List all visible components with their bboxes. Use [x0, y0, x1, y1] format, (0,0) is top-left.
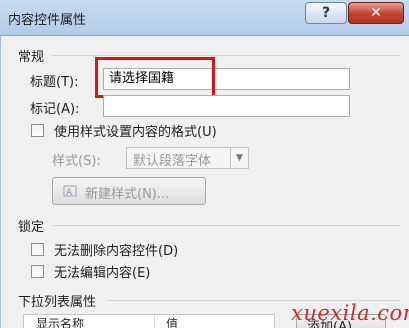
use-style-checkbox[interactable] — [31, 124, 44, 137]
locking-section-label: 锁定 — [18, 220, 45, 235]
col-value-header[interactable]: 值 — [166, 315, 178, 328]
column-divider — [154, 315, 155, 328]
title-bar: 内容控件属性 ? ✕ — [0, 0, 409, 36]
col-display-header[interactable]: 显示名称 — [36, 315, 84, 328]
locking-separator — [52, 225, 400, 226]
new-style-label: 新建样式(N)... — [85, 187, 170, 202]
no-delete-label: 无法删除内容控件(D) — [54, 244, 179, 259]
watermark-logo: xuexila.com — [291, 301, 409, 325]
tag-field-label: 标记(A): — [30, 102, 80, 117]
general-section-label: 常规 — [18, 50, 45, 65]
svg-text:A: A — [66, 188, 73, 198]
no-edit-label: 无法编辑内容(E) — [54, 266, 151, 281]
style-select[interactable]: 默认段落字体 ▼ — [126, 147, 249, 169]
close-button[interactable]: ✕ — [348, 2, 404, 24]
use-style-label: 使用样式设置内容的格式(U) — [54, 125, 217, 140]
style-field-label: 样式(S): — [52, 154, 101, 169]
general-separator — [52, 55, 400, 56]
dropdown-section-label: 下拉列表属性 — [18, 295, 97, 310]
no-edit-checkbox[interactable] — [31, 265, 44, 278]
title-field-label: 标题(T): — [30, 75, 79, 90]
tag-input[interactable] — [103, 95, 350, 117]
style-icon: A — [63, 184, 77, 198]
dropdown-list-header: 显示名称 值 — [23, 314, 275, 328]
help-button[interactable]: ? — [305, 2, 347, 24]
window-title: 内容控件属性 — [8, 13, 87, 28]
title-highlight-box — [95, 57, 215, 98]
new-style-button[interactable]: A 新建样式(N)... — [52, 177, 206, 205]
style-select-value: 默认段落字体 — [133, 154, 212, 169]
no-delete-checkbox[interactable] — [31, 243, 44, 256]
chevron-down-icon: ▼ — [230, 148, 248, 168]
